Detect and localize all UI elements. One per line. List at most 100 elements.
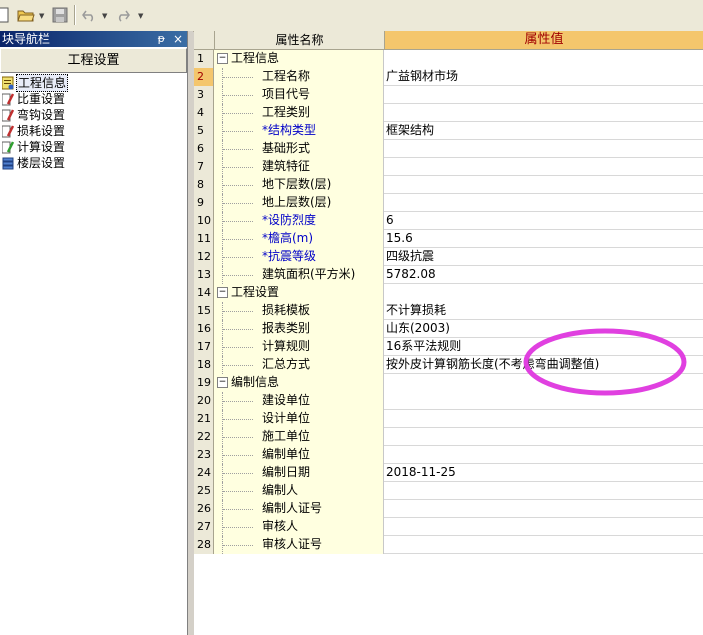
- property-value-cell[interactable]: 广益钢材市场: [384, 68, 703, 86]
- row-number[interactable]: 23: [194, 446, 214, 464]
- save-icon[interactable]: [51, 6, 69, 24]
- property-value-cell[interactable]: [384, 158, 703, 176]
- row-number[interactable]: 13: [194, 266, 214, 284]
- property-value-cell[interactable]: [384, 410, 703, 428]
- row-number[interactable]: 4: [194, 104, 214, 122]
- collapse-icon[interactable]: −: [217, 53, 228, 64]
- property-row[interactable]: 20 建设单位: [194, 392, 703, 410]
- row-number[interactable]: 25: [194, 482, 214, 500]
- redo-icon[interactable]: [114, 6, 132, 24]
- redo-dropdown-arrow-icon[interactable]: ▼: [138, 12, 143, 20]
- undo-icon[interactable]: [80, 6, 98, 24]
- panel-splitter[interactable]: [188, 31, 193, 635]
- row-number[interactable]: 1: [194, 50, 214, 68]
- property-row[interactable]: 5 *结构类型 框架结构: [194, 122, 703, 140]
- property-value-cell[interactable]: [384, 392, 703, 410]
- property-value-cell[interactable]: 6: [384, 212, 703, 230]
- property-row[interactable]: 6 基础形式: [194, 140, 703, 158]
- property-name-cell[interactable]: 工程名称: [214, 68, 384, 86]
- property-value-cell[interactable]: [384, 428, 703, 446]
- row-number[interactable]: 10: [194, 212, 214, 230]
- property-value-cell[interactable]: [384, 50, 703, 68]
- nav-item-calc[interactable]: 计算设置: [0, 139, 187, 155]
- collapse-icon[interactable]: −: [217, 287, 228, 298]
- property-name-cell[interactable]: 工程类别: [214, 104, 384, 122]
- property-name-cell[interactable]: 基础形式: [214, 140, 384, 158]
- row-number[interactable]: 28: [194, 536, 214, 554]
- property-name-cell[interactable]: − 工程设置: [214, 284, 384, 302]
- property-value-cell[interactable]: [384, 518, 703, 536]
- property-name-header[interactable]: 属性名称: [215, 31, 385, 50]
- row-number[interactable]: 3: [194, 86, 214, 104]
- property-name-cell[interactable]: 项目代号: [214, 86, 384, 104]
- undo-dropdown-arrow-icon[interactable]: ▼: [102, 12, 107, 20]
- property-name-cell[interactable]: 地下层数(层): [214, 176, 384, 194]
- property-row[interactable]: 2 工程名称 广益钢材市场: [194, 68, 703, 86]
- property-name-cell[interactable]: *檐高(m): [214, 230, 384, 248]
- property-value-cell[interactable]: 四级抗震: [384, 248, 703, 266]
- property-value-cell[interactable]: [384, 176, 703, 194]
- property-row[interactable]: 16 报表类别 山东(2003): [194, 320, 703, 338]
- nav-item-density[interactable]: 比重设置: [0, 91, 187, 107]
- row-number[interactable]: 14: [194, 284, 214, 302]
- property-row[interactable]: 25 编制人: [194, 482, 703, 500]
- row-number[interactable]: 20: [194, 392, 214, 410]
- new-file-icon[interactable]: [0, 6, 10, 24]
- row-number[interactable]: 16: [194, 320, 214, 338]
- nav-item-project-info[interactable]: 工程信息: [0, 74, 187, 92]
- group-row[interactable]: 19− 编制信息: [194, 374, 703, 392]
- project-settings-button[interactable]: 工程设置: [0, 48, 187, 73]
- property-name-cell[interactable]: 编制人: [214, 482, 384, 500]
- property-row[interactable]: 17 计算规则 16系平法规则: [194, 338, 703, 356]
- property-value-cell[interactable]: [384, 536, 703, 554]
- property-row[interactable]: 22 施工单位: [194, 428, 703, 446]
- property-row[interactable]: 24 编制日期 2018-11-25: [194, 464, 703, 482]
- row-number[interactable]: 18: [194, 356, 214, 374]
- property-row[interactable]: 21 设计单位: [194, 410, 703, 428]
- nav-item-hook[interactable]: 弯钩设置: [0, 107, 187, 123]
- property-name-cell[interactable]: *设防烈度: [214, 212, 384, 230]
- property-value-cell[interactable]: [384, 140, 703, 158]
- property-value-cell[interactable]: [384, 482, 703, 500]
- property-name-cell[interactable]: 编制单位: [214, 446, 384, 464]
- property-value-cell[interactable]: [384, 374, 703, 392]
- row-number[interactable]: 21: [194, 410, 214, 428]
- property-name-cell[interactable]: 损耗模板: [214, 302, 384, 320]
- row-number[interactable]: 19: [194, 374, 214, 392]
- row-number[interactable]: 8: [194, 176, 214, 194]
- group-row[interactable]: 14− 工程设置: [194, 284, 703, 302]
- property-row[interactable]: 13 建筑面积(平方米) 5782.08: [194, 266, 703, 284]
- row-number[interactable]: 2: [194, 68, 214, 86]
- property-name-cell[interactable]: 设计单位: [214, 410, 384, 428]
- property-row[interactable]: 8 地下层数(层): [194, 176, 703, 194]
- property-value-cell[interactable]: 2018-11-25: [384, 464, 703, 482]
- pin-icon[interactable]: ᵽ: [158, 31, 165, 47]
- property-name-cell[interactable]: *抗震等级: [214, 248, 384, 266]
- close-icon[interactable]: ×: [173, 31, 183, 47]
- row-number[interactable]: 7: [194, 158, 214, 176]
- property-row[interactable]: 15 损耗模板 不计算损耗: [194, 302, 703, 320]
- group-row[interactable]: 1− 工程信息: [194, 50, 703, 68]
- property-row[interactable]: 26 编制人证号: [194, 500, 703, 518]
- property-value-cell[interactable]: [384, 104, 703, 122]
- property-name-cell[interactable]: 建设单位: [214, 392, 384, 410]
- property-value-header[interactable]: 属性值: [385, 31, 703, 50]
- property-row[interactable]: 11 *檐高(m) 15.6: [194, 230, 703, 248]
- property-row[interactable]: 3 项目代号: [194, 86, 703, 104]
- row-number[interactable]: 22: [194, 428, 214, 446]
- property-name-cell[interactable]: 汇总方式: [214, 356, 384, 374]
- row-number[interactable]: 5: [194, 122, 214, 140]
- property-name-cell[interactable]: 建筑特征: [214, 158, 384, 176]
- nav-item-loss[interactable]: 损耗设置: [0, 123, 187, 139]
- property-row[interactable]: 27 审核人: [194, 518, 703, 536]
- collapse-icon[interactable]: −: [217, 377, 228, 388]
- property-name-cell[interactable]: 计算规则: [214, 338, 384, 356]
- property-row[interactable]: 23 编制单位: [194, 446, 703, 464]
- open-dropdown-arrow-icon[interactable]: ▼: [39, 12, 44, 20]
- property-value-cell[interactable]: [384, 284, 703, 302]
- row-number[interactable]: 26: [194, 500, 214, 518]
- row-number[interactable]: 27: [194, 518, 214, 536]
- property-value-cell[interactable]: 5782.08: [384, 266, 703, 284]
- property-value-cell[interactable]: [384, 500, 703, 518]
- property-value-cell[interactable]: 不计算损耗: [384, 302, 703, 320]
